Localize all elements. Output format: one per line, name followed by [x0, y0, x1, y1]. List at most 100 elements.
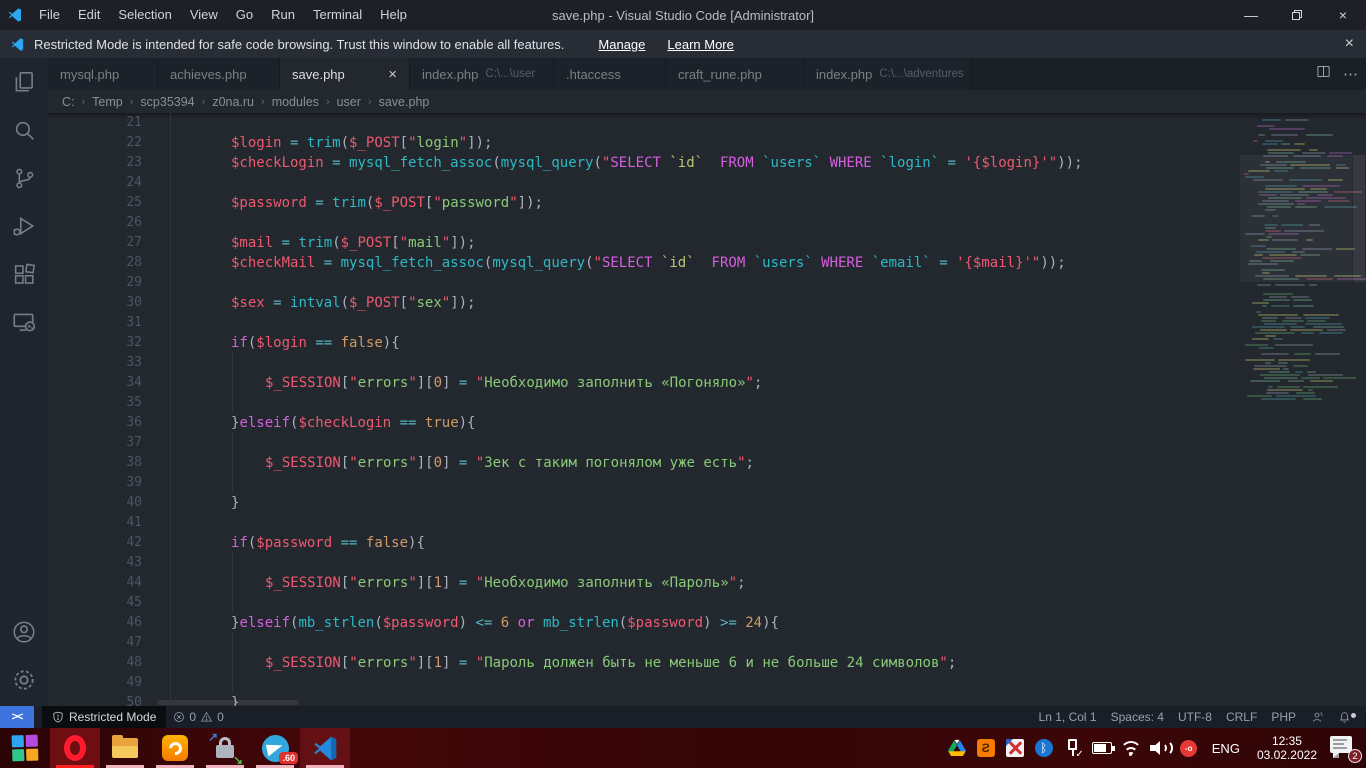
line-number: 48	[48, 653, 142, 673]
notifications-button[interactable]: 2	[1330, 736, 1356, 760]
taskbar-app-vscode[interactable]	[300, 728, 350, 768]
google-drive-icon[interactable]	[947, 737, 967, 759]
line-number: 37	[48, 433, 142, 453]
encoding[interactable]: UTF-8	[1171, 710, 1219, 724]
tab-mysql-php[interactable]: mysql.php	[48, 58, 158, 90]
tab-index-php[interactable]: index.phpC:\...\adventures	[804, 58, 972, 90]
minimize-button[interactable]: —	[1228, 0, 1274, 30]
cursor-position[interactable]: Ln 1, Col 1	[1032, 710, 1104, 724]
taskbar-app-file-explorer[interactable]	[100, 728, 150, 768]
tab-save-php[interactable]: save.php ×	[280, 58, 410, 90]
tab-label: save.php	[292, 67, 345, 82]
menu-file[interactable]: File	[30, 0, 69, 30]
line-number: 22	[48, 133, 142, 153]
breadcrumb-item[interactable]: Temp	[92, 95, 123, 109]
breadcrumb-item[interactable]: z0na.ru	[212, 95, 254, 109]
restore-button[interactable]	[1274, 0, 1320, 30]
record-icon[interactable]: -o	[1179, 737, 1199, 759]
menu-run[interactable]: Run	[262, 0, 304, 30]
run-debug-icon[interactable]	[0, 202, 48, 250]
taskbar-app-uc-browser[interactable]	[150, 728, 200, 768]
breadcrumb-item[interactable]: modules	[272, 95, 319, 109]
breadcrumb-item[interactable]: save.php	[379, 95, 430, 109]
warning-icon	[200, 711, 213, 723]
close-window-button[interactable]: ×	[1320, 0, 1366, 30]
usb-icon[interactable]: ✓	[1063, 737, 1083, 759]
explorer-icon[interactable]	[0, 58, 48, 106]
taskbar-app-telegram[interactable]: .60	[250, 728, 300, 768]
battery-icon[interactable]	[1092, 737, 1112, 759]
breadcrumb-item[interactable]: user	[337, 95, 361, 109]
menu-help[interactable]: Help	[371, 0, 416, 30]
code-line: 33	[48, 353, 1366, 373]
workspace-trust-icon	[0, 37, 34, 52]
settings-gear-icon[interactable]	[0, 656, 48, 704]
language-indicator[interactable]: ENG	[1212, 741, 1240, 756]
problems-status[interactable]: 0 0	[166, 710, 230, 724]
activity-bar	[0, 58, 48, 706]
banner-close-icon[interactable]: ×	[1345, 35, 1354, 53]
indent-guide	[170, 513, 171, 533]
shield-icon	[52, 711, 64, 723]
code-line: 25$password = trim($_POST["password"]);	[48, 193, 1366, 213]
learn-more-link[interactable]: Learn More	[667, 37, 733, 52]
clock-date: 03.02.2022	[1257, 748, 1317, 762]
banner-text: Restricted Mode is intended for safe cod…	[34, 37, 564, 52]
windows-start-icon	[12, 735, 39, 762]
menu-edit[interactable]: Edit	[69, 0, 109, 30]
line-number: 40	[48, 493, 142, 513]
breadcrumb-item[interactable]: C:	[62, 95, 75, 109]
error-icon	[173, 711, 185, 723]
code-text: }elseif(mb_strlen($password) <= 6 or mb_…	[231, 613, 779, 633]
indent-guide	[170, 253, 171, 273]
menu-go[interactable]: Go	[227, 0, 262, 30]
menu-terminal[interactable]: Terminal	[304, 0, 371, 30]
manage-link[interactable]: Manage	[598, 37, 645, 52]
remote-explorer-icon[interactable]	[0, 298, 48, 346]
start-button[interactable]	[0, 728, 50, 768]
indent-guide	[170, 373, 171, 393]
restricted-mode-status[interactable]: Restricted Mode	[42, 706, 166, 728]
tab--htaccess[interactable]: .htaccess	[554, 58, 666, 90]
bluetooth-icon[interactable]: ᛒ	[1034, 737, 1054, 759]
code-line: 42if($password == false){	[48, 533, 1366, 553]
source-control-icon[interactable]	[0, 154, 48, 202]
extensions-icon[interactable]	[0, 250, 48, 298]
tab-achieves-php[interactable]: achieves.php	[158, 58, 280, 90]
more-actions-icon[interactable]: ⋯	[1343, 65, 1358, 83]
tab-label: mysql.php	[60, 67, 119, 82]
taskbar-clock[interactable]: 12:3503.02.2022	[1257, 734, 1317, 762]
indent-guide	[170, 273, 171, 293]
menu-selection[interactable]: Selection	[109, 0, 180, 30]
menu-view[interactable]: View	[181, 0, 227, 30]
code-editor[interactable]: 2122$login = trim($_POST["login"]);23$ch…	[48, 113, 1366, 706]
breadcrumb-item[interactable]: scp35394	[140, 95, 194, 109]
remote-indicator[interactable]: ><	[0, 706, 34, 728]
code-text: $login = trim($_POST["login"]);	[231, 133, 492, 153]
orange-app-icon[interactable]: Ƨ	[976, 737, 996, 759]
code-line: 40}	[48, 493, 1366, 513]
eol-sequence[interactable]: CRLF	[1219, 710, 1264, 724]
indent-guide	[170, 413, 171, 433]
tab-craft_rune-php[interactable]: craft_rune.php	[666, 58, 804, 90]
bell-icon[interactable]	[1331, 711, 1358, 724]
tab-index-php[interactable]: index.phpC:\...\user	[410, 58, 554, 90]
code-text: if($login == false){	[231, 333, 400, 353]
code-text: $_SESSION["errors"][0] = "Необходимо зап…	[265, 373, 762, 393]
taskbar-app-opera[interactable]	[50, 728, 100, 768]
indentation[interactable]: Spaces: 4	[1104, 710, 1171, 724]
tab-close-icon[interactable]: ×	[388, 66, 397, 83]
network-error-icon[interactable]	[1005, 737, 1025, 759]
accounts-icon[interactable]	[0, 608, 48, 656]
wifi-icon[interactable]	[1121, 737, 1141, 759]
network-error-icon	[1006, 739, 1024, 757]
record-icon: -o	[1180, 740, 1197, 757]
code-text: $sex = intval($_POST["sex"]);	[231, 293, 476, 313]
feedback-icon[interactable]	[1303, 711, 1331, 724]
language-mode[interactable]: PHP	[1264, 710, 1303, 724]
volume-icon[interactable]	[1150, 737, 1170, 759]
split-editor-icon[interactable]	[1316, 64, 1331, 84]
code-line: 38$_SESSION["errors"][0] = "Зек с таким …	[48, 453, 1366, 473]
taskbar-app-proxy-lock[interactable]: ↗↘	[200, 728, 250, 768]
search-icon[interactable]	[0, 106, 48, 154]
